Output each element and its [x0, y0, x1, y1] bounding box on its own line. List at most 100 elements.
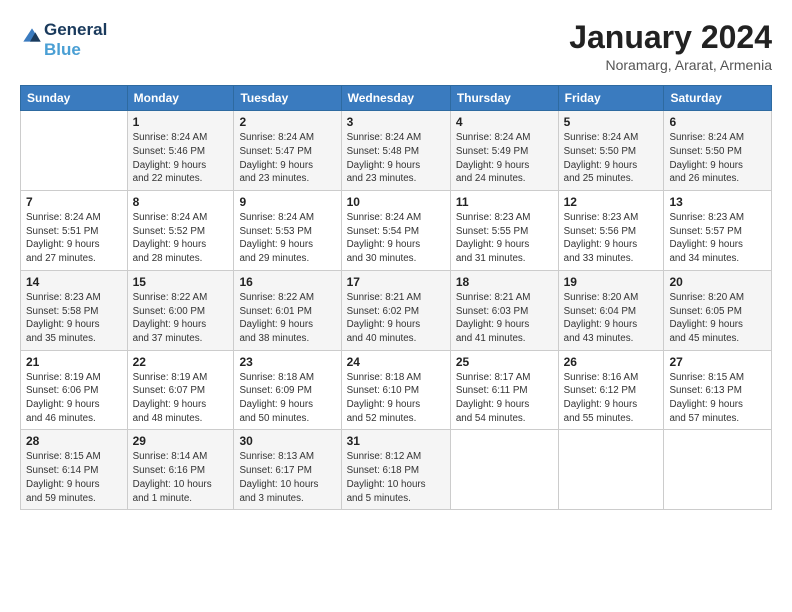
day-number: 15 [133, 275, 229, 289]
day-info: Sunrise: 8:20 AM Sunset: 6:04 PM Dayligh… [564, 291, 659, 346]
page: General Blue January 2024 Noramarg, Arar… [0, 0, 792, 612]
day-number: 22 [133, 355, 229, 369]
table-row: 13 Sunrise: 8:23 AM Sunset: 5:57 PM Dayli… [664, 191, 772, 271]
day-number: 1 [133, 115, 229, 129]
day-info: Sunrise: 8:24 AM Sunset: 5:48 PM Dayligh… [347, 131, 445, 186]
calendar-table: Sunday Monday Tuesday Wednesday Thursday… [20, 85, 772, 510]
logo-text-general: General [44, 20, 107, 40]
calendar-week-1: 1 Sunrise: 8:24 AM Sunset: 5:46 PM Daylig… [21, 111, 772, 191]
calendar-week-4: 21Sunrise: 8:19 AM Sunset: 6:06 PM Dayli… [21, 350, 772, 430]
table-row: 14 Sunrise: 8:23 AM Sunset: 5:58 PM Dayli… [21, 270, 128, 350]
title-block: January 2024 Noramarg, Ararat, Armenia [569, 20, 772, 73]
day-number: 26 [564, 355, 659, 369]
day-info: Sunrise: 8:20 AM Sunset: 6:05 PM Dayligh… [669, 291, 766, 346]
table-row: 24 Sunrise: 8:18 AM Sunset: 6:10 PM Dayli… [341, 350, 450, 430]
day-number: 28 [26, 434, 122, 448]
table-row: 27 Sunrise: 8:15 AM Sunset: 6:13 PM Dayli… [664, 350, 772, 430]
table-row: 29 Sunrise: 8:14 AM Sunset: 6:16 PM Dayli… [127, 430, 234, 510]
day-info: Sunrise: 8:24 AM Sunset: 5:53 PM Dayligh… [239, 211, 335, 266]
day-info: Sunrise: 8:18 AM Sunset: 6:09 PM Dayligh… [239, 371, 335, 426]
month-title: January 2024 [569, 20, 772, 55]
day-info: Sunrise: 8:18 AM Sunset: 6:10 PM Dayligh… [347, 371, 445, 426]
day-info: Sunrise: 8:24 AM Sunset: 5:54 PM Dayligh… [347, 211, 445, 266]
table-row: 21Sunrise: 8:19 AM Sunset: 6:06 PM Dayli… [21, 350, 128, 430]
day-info: Sunrise: 8:24 AM Sunset: 5:52 PM Dayligh… [133, 211, 229, 266]
table-row: 15Sunrise: 8:22 AM Sunset: 6:00 PM Dayli… [127, 270, 234, 350]
calendar-week-3: 14 Sunrise: 8:23 AM Sunset: 5:58 PM Dayli… [21, 270, 772, 350]
day-info: Sunrise: 8:21 AM Sunset: 6:02 PM Dayligh… [347, 291, 445, 346]
day-info: Sunrise: 8:22 AM Sunset: 6:01 PM Dayligh… [239, 291, 335, 346]
day-number: 6 [669, 115, 766, 129]
table-row: 12Sunrise: 8:23 AM Sunset: 5:56 PM Dayli… [558, 191, 664, 271]
table-row: 23Sunrise: 8:18 AM Sunset: 6:09 PM Dayli… [234, 350, 341, 430]
day-info: Sunrise: 8:24 AM Sunset: 5:51 PM Dayligh… [26, 211, 122, 266]
day-number: 8 [133, 195, 229, 209]
day-info: Sunrise: 8:16 AM Sunset: 6:12 PM Dayligh… [564, 371, 659, 426]
day-number: 14 [26, 275, 122, 289]
table-row: 4Sunrise: 8:24 AM Sunset: 5:49 PM Daylig… [450, 111, 558, 191]
logo-icon [22, 27, 42, 47]
day-info: Sunrise: 8:23 AM Sunset: 5:56 PM Dayligh… [564, 211, 659, 266]
table-row: 20 Sunrise: 8:20 AM Sunset: 6:05 PM Dayli… [664, 270, 772, 350]
day-number: 25 [456, 355, 553, 369]
day-number: 11 [456, 195, 553, 209]
day-number: 19 [564, 275, 659, 289]
col-tuesday: Tuesday [234, 86, 341, 111]
day-number: 31 [347, 434, 445, 448]
calendar-week-5: 28 Sunrise: 8:15 AM Sunset: 6:14 PM Dayli… [21, 430, 772, 510]
table-row: 16Sunrise: 8:22 AM Sunset: 6:01 PM Dayli… [234, 270, 341, 350]
calendar-week-2: 7Sunrise: 8:24 AM Sunset: 5:51 PM Daylig… [21, 191, 772, 271]
day-number: 3 [347, 115, 445, 129]
table-row: 22 Sunrise: 8:19 AM Sunset: 6:07 PM Dayli… [127, 350, 234, 430]
location: Noramarg, Ararat, Armenia [569, 57, 772, 73]
table-row: 6Sunrise: 8:24 AM Sunset: 5:50 PM Daylig… [664, 111, 772, 191]
calendar-header-row: Sunday Monday Tuesday Wednesday Thursday… [21, 86, 772, 111]
table-row: 25 Sunrise: 8:17 AM Sunset: 6:11 PM Dayli… [450, 350, 558, 430]
day-number: 21 [26, 355, 122, 369]
day-info: Sunrise: 8:23 AM Sunset: 5:57 PM Dayligh… [669, 211, 766, 266]
table-row: 5 Sunrise: 8:24 AM Sunset: 5:50 PM Daylig… [558, 111, 664, 191]
day-number: 9 [239, 195, 335, 209]
col-saturday: Saturday [664, 86, 772, 111]
day-number: 29 [133, 434, 229, 448]
table-row: 31Sunrise: 8:12 AM Sunset: 6:18 PM Dayli… [341, 430, 450, 510]
table-row: 28 Sunrise: 8:15 AM Sunset: 6:14 PM Dayli… [21, 430, 128, 510]
day-info: Sunrise: 8:14 AM Sunset: 6:16 PM Dayligh… [133, 450, 229, 505]
day-info: Sunrise: 8:24 AM Sunset: 5:50 PM Dayligh… [564, 131, 659, 186]
table-row: 8 Sunrise: 8:24 AM Sunset: 5:52 PM Daylig… [127, 191, 234, 271]
table-row: 9 Sunrise: 8:24 AM Sunset: 5:53 PM Daylig… [234, 191, 341, 271]
table-row: 17 Sunrise: 8:21 AM Sunset: 6:02 PM Dayli… [341, 270, 450, 350]
day-info: Sunrise: 8:19 AM Sunset: 6:07 PM Dayligh… [133, 371, 229, 426]
col-monday: Monday [127, 86, 234, 111]
col-friday: Friday [558, 86, 664, 111]
day-info: Sunrise: 8:24 AM Sunset: 5:46 PM Dayligh… [133, 131, 229, 186]
day-number: 20 [669, 275, 766, 289]
day-number: 27 [669, 355, 766, 369]
col-wednesday: Wednesday [341, 86, 450, 111]
table-row: 30Sunrise: 8:13 AM Sunset: 6:17 PM Dayli… [234, 430, 341, 510]
day-info: Sunrise: 8:15 AM Sunset: 6:14 PM Dayligh… [26, 450, 122, 505]
day-info: Sunrise: 8:15 AM Sunset: 6:13 PM Dayligh… [669, 371, 766, 426]
table-row: 11 Sunrise: 8:23 AM Sunset: 5:55 PM Dayli… [450, 191, 558, 271]
day-info: Sunrise: 8:23 AM Sunset: 5:55 PM Dayligh… [456, 211, 553, 266]
table-row [450, 430, 558, 510]
day-info: Sunrise: 8:23 AM Sunset: 5:58 PM Dayligh… [26, 291, 122, 346]
table-row: 19 Sunrise: 8:20 AM Sunset: 6:04 PM Dayli… [558, 270, 664, 350]
day-info: Sunrise: 8:17 AM Sunset: 6:11 PM Dayligh… [456, 371, 553, 426]
table-row: 18 Sunrise: 8:21 AM Sunset: 6:03 PM Dayli… [450, 270, 558, 350]
day-info: Sunrise: 8:24 AM Sunset: 5:49 PM Dayligh… [456, 131, 553, 186]
table-row: 10Sunrise: 8:24 AM Sunset: 5:54 PM Dayli… [341, 191, 450, 271]
header: General Blue January 2024 Noramarg, Arar… [20, 20, 772, 73]
day-number: 24 [347, 355, 445, 369]
day-number: 17 [347, 275, 445, 289]
day-info: Sunrise: 8:21 AM Sunset: 6:03 PM Dayligh… [456, 291, 553, 346]
table-row [558, 430, 664, 510]
day-number: 18 [456, 275, 553, 289]
day-number: 13 [669, 195, 766, 209]
logo-text-blue: Blue [44, 40, 107, 60]
col-thursday: Thursday [450, 86, 558, 111]
day-number: 30 [239, 434, 335, 448]
col-sunday: Sunday [21, 86, 128, 111]
table-row [21, 111, 128, 191]
day-number: 5 [564, 115, 659, 129]
